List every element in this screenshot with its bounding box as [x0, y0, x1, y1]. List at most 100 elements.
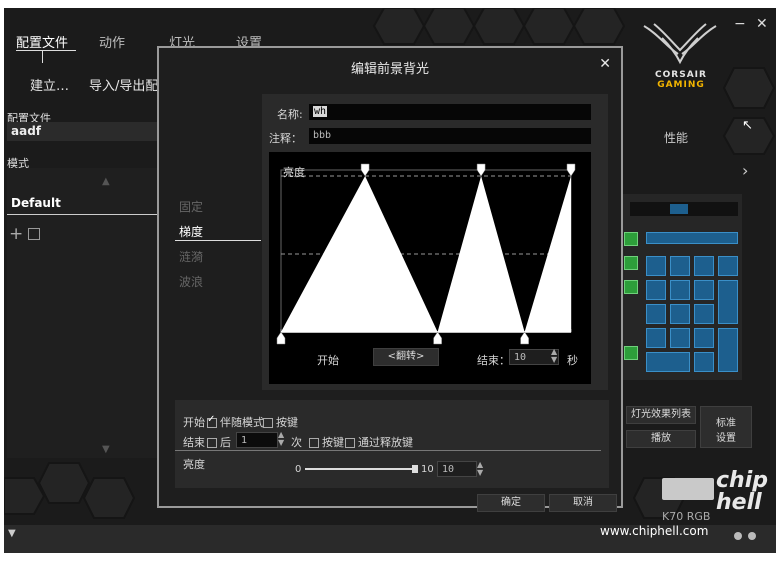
- gradient-graph-area: 亮度 开始 <翻转> 结束： 10 ▲ ▼ 秒: [269, 152, 591, 384]
- effect-static[interactable]: 固定: [179, 198, 203, 215]
- graph-ylabel: 亮度: [283, 166, 305, 179]
- key-highlight: [670, 204, 688, 214]
- follow-mode-check-icon: [207, 414, 217, 428]
- end-keypress-label: 按键: [322, 436, 344, 449]
- mode-item-underline: [7, 214, 157, 215]
- graph-point-handle: [433, 331, 442, 345]
- key-numpad-6: [694, 304, 714, 324]
- options-divider: [175, 450, 601, 451]
- follow-mode-label: 伴随模式: [220, 416, 264, 429]
- note-label: 注释：: [269, 132, 302, 145]
- effect-ripple[interactable]: 涟漪: [179, 248, 203, 265]
- profile-select[interactable]: aadf: [7, 122, 161, 141]
- standard-settings-button[interactable]: 标准 设置: [700, 406, 752, 448]
- end-after-check-icon: [207, 438, 217, 448]
- key-numpad-5: [670, 304, 690, 324]
- expand-icon[interactable]: ▼: [8, 528, 16, 539]
- import-export-button[interactable]: 导入/导出配: [89, 75, 158, 94]
- end-seconds-spinner-icon[interactable]: ▲ ▼: [551, 348, 557, 364]
- brightness-spinner-icon[interactable]: ▲ ▼: [477, 461, 483, 477]
- key-numpad-div: [670, 256, 690, 276]
- key-numpad-sub: [718, 256, 738, 276]
- brightness-input[interactable]: 10: [437, 461, 477, 477]
- graph-point-handle: [476, 163, 486, 177]
- tab-underline: [16, 50, 76, 51]
- end-count-input[interactable]: 1: [236, 432, 278, 448]
- minimize-button[interactable]: −: [734, 16, 746, 32]
- keyboard-preview[interactable]: [622, 194, 742, 380]
- brand-line2: GAMING: [657, 80, 705, 90]
- close-button[interactable]: ✕: [756, 16, 768, 32]
- chiphell-logo: chip hell: [716, 468, 768, 515]
- key-numpad-1: [646, 328, 666, 348]
- follow-mode-checkbox[interactable]: 伴随模式: [207, 414, 264, 430]
- graph-unit: 秒: [567, 354, 578, 367]
- light-effect-list-button[interactable]: 灯光效果列表: [626, 406, 696, 424]
- graph-point-handle: [276, 331, 286, 345]
- key-numpad-add: [718, 280, 738, 324]
- key-numpad-8: [670, 280, 690, 300]
- brightness-max: 10: [421, 464, 434, 475]
- key-numpad-dot: [694, 352, 714, 372]
- key-green-4: [624, 346, 638, 360]
- brightness-slider-handle[interactable]: [412, 465, 418, 473]
- brightness-slider-fill: [305, 468, 415, 470]
- effect-gradient[interactable]: 梯度: [179, 223, 203, 240]
- graph-start-label: 开始: [317, 354, 339, 367]
- keyboard-device-icon[interactable]: [662, 478, 714, 500]
- standard-settings-line1: 标准: [716, 418, 736, 429]
- graph-point-handle: [520, 331, 529, 345]
- standard-settings-line2: 设置: [716, 433, 736, 444]
- key-numpad-3: [694, 328, 714, 348]
- key-numpad-7: [646, 280, 666, 300]
- ok-button[interactable]: 确定: [477, 494, 545, 512]
- name-input[interactable]: wh: [309, 104, 591, 120]
- mouse-cursor-icon: ↖: [742, 118, 753, 133]
- end-after-label: 后: [220, 436, 231, 449]
- key-numpad-num: [646, 256, 666, 276]
- end-keypress-checkbox[interactable]: 按键: [309, 434, 344, 450]
- mode-item-default[interactable]: Default: [11, 196, 61, 210]
- settings-icon[interactable]: [734, 532, 742, 540]
- help-icon[interactable]: [748, 532, 756, 540]
- key-numpad-mul: [694, 256, 714, 276]
- end-count-spinner-icon[interactable]: ▲ ▼: [278, 431, 284, 447]
- end-release-checkbox[interactable]: 通过释放键: [345, 434, 413, 450]
- tab-pointer: [42, 51, 43, 63]
- key-green-2: [624, 256, 638, 270]
- end-row-label: 结束: [183, 436, 205, 449]
- scroll-down-icon[interactable]: ▼: [102, 444, 110, 455]
- effect-active-underline: [175, 240, 261, 241]
- dialog-title: 编辑前景背光: [350, 62, 429, 77]
- key-green-1: [624, 232, 638, 246]
- scroll-up-icon[interactable]: ▲: [102, 176, 110, 187]
- copy-mode-icon[interactable]: [28, 228, 40, 240]
- end-keypress-check-icon: [309, 438, 319, 448]
- device-name: K70 RGB: [662, 510, 711, 523]
- graph-point-handle: [566, 163, 576, 177]
- graph-end-label: 结束：: [477, 354, 510, 367]
- effect-wave[interactable]: 波浪: [179, 273, 203, 290]
- note-input[interactable]: bbb: [309, 128, 591, 144]
- edit-foreground-backlight-dialog: 编辑前景背光 ✕ 固定 梯度 涟漪 波浪 名称: wh 注释： bbb 亮度 开…: [157, 46, 623, 512]
- create-button[interactable]: 建立…: [30, 75, 69, 94]
- tab-actions[interactable]: 动作: [99, 32, 125, 51]
- start-row-label: 开始: [183, 416, 205, 429]
- chevron-right-icon[interactable]: ›: [742, 161, 748, 180]
- name-label: 名称:: [277, 108, 303, 121]
- app-window: 配置文件 动作 灯光 设置 − ✕ 建立… 导入/导出配 配置文件 aadf 模…: [4, 8, 776, 553]
- brightness-slider[interactable]: [305, 465, 418, 473]
- add-mode-icon[interactable]: +: [9, 224, 23, 244]
- tab-performance[interactable]: 性能: [664, 129, 688, 146]
- flip-button[interactable]: <翻转>: [373, 348, 439, 366]
- corsair-logo-icon: [643, 23, 717, 65]
- start-keypress-checkbox[interactable]: 按键: [263, 414, 298, 430]
- end-after-checkbox[interactable]: 后: [207, 434, 231, 450]
- key-numpad-4: [646, 304, 666, 324]
- end-times-label: 次: [291, 436, 302, 449]
- dialog-close-icon[interactable]: ✕: [599, 56, 611, 72]
- cancel-button[interactable]: 取消: [549, 494, 617, 512]
- tab-profiles[interactable]: 配置文件: [16, 32, 68, 51]
- play-button[interactable]: 播放: [626, 430, 696, 448]
- start-keypress-check-icon: [263, 418, 273, 428]
